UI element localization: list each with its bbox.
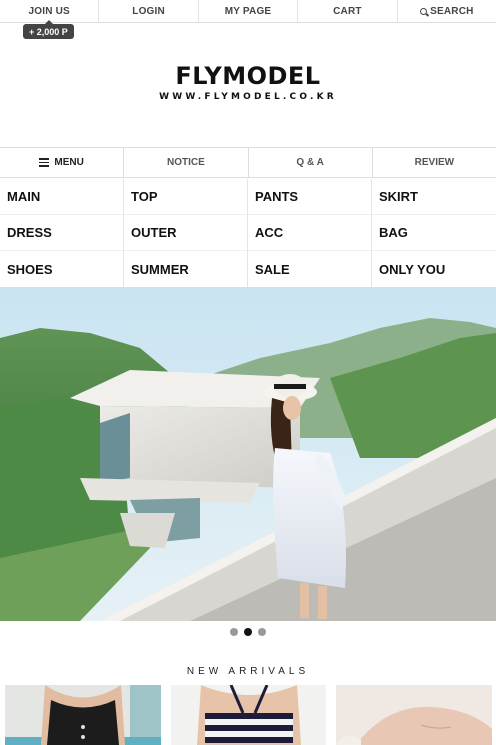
site-logo[interactable]: FLYMODEL WWW.FLYMODEL.CO.KR [0, 62, 496, 102]
join-us-link[interactable]: JOIN US [0, 0, 100, 22]
review-label: REVIEW [414, 157, 455, 168]
product-image-striped-top [170, 685, 327, 745]
brand-url: WWW.FLYMODEL.CO.KR [159, 92, 337, 102]
cart-label: CART [333, 5, 362, 17]
category-grid: MAIN TOP PANTS SKIRT DRESS OUTER ACC BAG… [0, 179, 496, 288]
search-icon [420, 7, 428, 15]
category-main[interactable]: MAIN [0, 179, 124, 215]
menu-label: MENU [54, 157, 84, 168]
hamburger-icon [39, 156, 50, 169]
points-badge: + 2,000 P [23, 20, 74, 39]
menu-button[interactable]: MENU [0, 148, 125, 177]
category-outer[interactable]: OUTER [124, 215, 248, 251]
login-link[interactable]: LOGIN [99, 0, 199, 22]
product-thumbnail-1[interactable] [5, 685, 161, 745]
slider-dot-1[interactable] [230, 628, 238, 636]
my-page-link[interactable]: MY PAGE [199, 0, 299, 22]
product-image-black-top [5, 685, 161, 745]
hero-banner-image[interactable] [0, 288, 496, 621]
search-label: SEARCH [430, 5, 474, 17]
category-acc[interactable]: ACC [248, 215, 372, 251]
sub-nav: MENU NOTICE Q & A REVIEW [0, 147, 496, 178]
new-arrivals-heading: NEW ARRIVALS [186, 666, 310, 677]
slider-dot-3[interactable] [258, 628, 266, 636]
product-image-offshoulder [336, 685, 493, 745]
category-summer[interactable]: SUMMER [124, 251, 248, 287]
cart-link[interactable]: CART [298, 0, 398, 22]
category-bag[interactable]: BAG [372, 215, 496, 251]
product-thumbnail-3[interactable] [336, 685, 493, 745]
category-sale[interactable]: SALE [248, 251, 372, 287]
join-us-label: JOIN US [28, 5, 70, 17]
hero-photo [0, 288, 496, 621]
search-link[interactable]: SEARCH [398, 0, 496, 22]
top-nav: JOIN US LOGIN MY PAGE CART SEARCH [0, 0, 496, 23]
slider-dots [0, 628, 496, 636]
category-only-you[interactable]: ONLY YOU [372, 251, 496, 287]
qa-label: Q & A [296, 157, 324, 168]
qa-link[interactable]: Q & A [249, 148, 373, 177]
login-label: LOGIN [132, 5, 165, 17]
product-list [5, 685, 493, 745]
category-top[interactable]: TOP [124, 179, 248, 215]
product-thumbnail-2[interactable] [170, 685, 327, 745]
category-dress[interactable]: DRESS [0, 215, 124, 251]
category-skirt[interactable]: SKIRT [372, 179, 496, 215]
category-pants[interactable]: PANTS [248, 179, 372, 215]
brand-name: FLYMODEL [175, 62, 321, 90]
category-shoes[interactable]: SHOES [0, 251, 124, 287]
review-link[interactable]: REVIEW [373, 148, 496, 177]
notice-link[interactable]: NOTICE [124, 148, 249, 177]
my-page-label: MY PAGE [224, 5, 272, 17]
notice-label: NOTICE [166, 157, 205, 168]
slider-dot-2[interactable] [244, 628, 252, 636]
